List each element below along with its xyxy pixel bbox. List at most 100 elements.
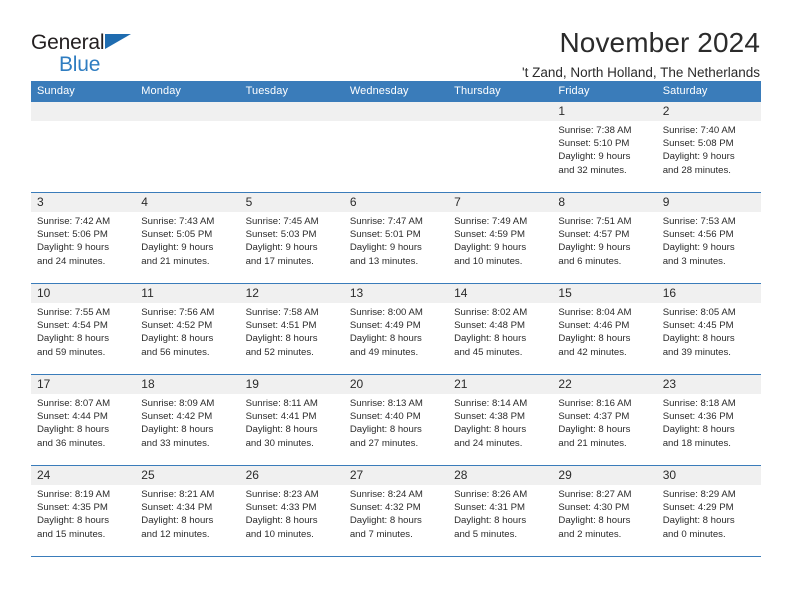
calendar-day-cell[interactable]: 24 Sunrise: 8:19 AM Sunset: 4:35 PM Dayligh…	[31, 465, 136, 557]
calendar-day-cell[interactable]: 10 Sunrise: 7:55 AM Sunset: 4:54 PM Dayligh…	[31, 283, 136, 375]
daylight-text-line2: and 36 minutes.	[37, 437, 106, 449]
daylight-text-line2: and 3 minutes.	[662, 255, 726, 267]
day-number: 26	[239, 466, 344, 485]
sunset-text: Sunset: 4:32 PM	[349, 502, 421, 514]
day-details: Sunrise: 8:21 AM Sunset: 4:34 PM Daylight:…	[135, 485, 239, 541]
day-number: 6	[343, 193, 449, 212]
calendar-day-cell[interactable]: 17 Sunrise: 8:07 AM Sunset: 4:44 PM Dayligh…	[31, 374, 136, 466]
sunset-text: Sunset: 4:29 PM	[662, 502, 734, 514]
calendar-day-cell[interactable]: 13 Sunrise: 8:00 AM Sunset: 4:49 PM Dayligh…	[343, 283, 449, 375]
day-number: 8	[552, 193, 657, 212]
sunset-text: Sunset: 5:05 PM	[141, 229, 213, 241]
daylight-text-line2: and 10 minutes.	[454, 255, 523, 267]
sunrise-text: Sunrise: 8:24 AM	[349, 489, 423, 500]
sunset-text: Sunset: 4:36 PM	[662, 411, 734, 423]
daylight-text-line1: Daylight: 8 hours	[349, 515, 422, 527]
sunset-text: Sunset: 5:08 PM	[662, 138, 734, 150]
day-number: 29	[552, 466, 657, 485]
page-subtitle: 't Zand, North Holland, The Netherlands	[522, 65, 760, 81]
sunset-text: Sunset: 4:38 PM	[454, 411, 526, 423]
day-details: Sunrise: 7:40 AM Sunset: 5:08 PM Daylight:…	[657, 121, 761, 177]
daylight-text-line1: Daylight: 8 hours	[37, 333, 109, 345]
day-number: 5	[239, 193, 344, 212]
daylight-text-line1: Daylight: 8 hours	[349, 424, 422, 436]
calendar-day-cell[interactable]: 27 Sunrise: 8:24 AM Sunset: 4:32 PM Dayligh…	[343, 465, 449, 557]
calendar-day-cell[interactable]: 7 Sunrise: 7:49 AM Sunset: 4:59 PM Daylight…	[448, 192, 553, 284]
day-number: 20	[343, 375, 449, 394]
brand-logo[interactable]: General Blue	[31, 28, 141, 75]
sunrise-text: Sunrise: 7:49 AM	[454, 216, 528, 227]
sunset-text: Sunset: 5:03 PM	[245, 229, 317, 241]
calendar-day-cell[interactable]: 29 Sunrise: 8:27 AM Sunset: 4:30 PM Dayligh…	[552, 465, 657, 557]
calendar-day-cell[interactable]: 20 Sunrise: 8:13 AM Sunset: 4:40 PM Dayligh…	[343, 374, 449, 466]
day-number: 12	[239, 284, 344, 303]
calendar-day-cell[interactable]: 21 Sunrise: 8:14 AM Sunset: 4:38 PM Dayligh…	[448, 374, 553, 466]
calendar-day-cell[interactable]: 19 Sunrise: 8:11 AM Sunset: 4:41 PM Dayligh…	[239, 374, 344, 466]
day-details: Sunrise: 8:19 AM Sunset: 4:35 PM Daylight:…	[31, 485, 135, 541]
sunrise-text: Sunrise: 8:07 AM	[37, 398, 111, 409]
daylight-text-line1: Daylight: 8 hours	[662, 424, 735, 436]
calendar-day-cell[interactable]: 28 Sunrise: 8:26 AM Sunset: 4:31 PM Dayligh…	[448, 465, 553, 557]
calendar-day-cell[interactable]: 5 Sunrise: 7:45 AM Sunset: 5:03 PM Daylight…	[239, 192, 344, 284]
daylight-text-line1: Daylight: 8 hours	[141, 515, 214, 527]
calendar-day-cell[interactable]: 11 Sunrise: 7:56 AM Sunset: 4:52 PM Dayligh…	[135, 283, 240, 375]
sunset-text: Sunset: 4:37 PM	[558, 411, 630, 423]
day-number: 3	[31, 193, 136, 212]
daylight-text-line2: and 13 minutes.	[349, 255, 419, 267]
sunrise-text: Sunrise: 8:21 AM	[141, 489, 215, 500]
calendar-day-cell[interactable]: 25 Sunrise: 8:21 AM Sunset: 4:34 PM Dayligh…	[135, 465, 240, 557]
sunset-text: Sunset: 4:51 PM	[245, 320, 317, 332]
daylight-text-line2: and 32 minutes.	[558, 164, 627, 176]
calendar-day-cell[interactable]: 30 Sunrise: 8:29 AM Sunset: 4:29 PM Dayligh…	[656, 465, 761, 557]
calendar-day-cell[interactable]: 15 Sunrise: 8:04 AM Sunset: 4:46 PM Dayligh…	[552, 283, 657, 375]
brand-name-blue: Blue	[59, 53, 101, 76]
sunset-text: Sunset: 4:45 PM	[662, 320, 734, 332]
calendar-day-cell[interactable]: 4 Sunrise: 7:43 AM Sunset: 5:05 PM Daylight…	[135, 192, 240, 284]
sunrise-text: Sunrise: 8:27 AM	[558, 489, 632, 500]
day-number: 28	[448, 466, 553, 485]
day-details: Sunrise: 8:14 AM Sunset: 4:38 PM Daylight:…	[448, 394, 552, 450]
daylight-text-line2: and 21 minutes.	[558, 437, 627, 449]
sunrise-text: Sunrise: 7:43 AM	[141, 216, 215, 227]
daylight-text-line1: Daylight: 8 hours	[245, 424, 318, 436]
calendar-day-cell[interactable]: 14 Sunrise: 8:02 AM Sunset: 4:48 PM Dayligh…	[448, 283, 553, 375]
day-number: 16	[656, 284, 761, 303]
calendar-day-cell[interactable]: 18 Sunrise: 8:09 AM Sunset: 4:42 PM Dayligh…	[135, 374, 240, 466]
calendar-day-cell[interactable]: 16 Sunrise: 8:05 AM Sunset: 4:45 PM Dayligh…	[656, 283, 761, 375]
daylight-text-line1: Daylight: 8 hours	[37, 424, 109, 436]
sunset-text: Sunset: 4:30 PM	[558, 502, 630, 514]
daylight-text-line1: Daylight: 9 hours	[662, 242, 735, 254]
sunrise-text: Sunrise: 7:55 AM	[37, 307, 111, 318]
calendar-day-cell[interactable]: 2 Sunrise: 7:40 AM Sunset: 5:08 PM Daylight…	[656, 102, 761, 193]
sunset-text: Sunset: 4:49 PM	[349, 320, 421, 332]
calendar-day-cell[interactable]: 23 Sunrise: 8:18 AM Sunset: 4:36 PM Dayligh…	[656, 374, 761, 466]
calendar-day-cell[interactable]: 8 Sunrise: 7:51 AM Sunset: 4:57 PM Daylight…	[552, 192, 657, 284]
day-details: Sunrise: 8:24 AM Sunset: 4:32 PM Daylight:…	[344, 485, 448, 541]
weekday-header-friday: Friday	[552, 81, 657, 102]
sunset-text: Sunset: 5:06 PM	[37, 229, 108, 241]
day-details: Sunrise: 8:18 AM Sunset: 4:36 PM Daylight:…	[657, 394, 761, 450]
daylight-text-line2: and 56 minutes.	[141, 346, 210, 358]
calendar-day-cell[interactable]: 3 Sunrise: 7:42 AM Sunset: 5:06 PM Daylight…	[31, 192, 136, 284]
day-details: Sunrise: 8:26 AM Sunset: 4:31 PM Daylight:…	[448, 485, 552, 541]
calendar-day-cell[interactable]: 22 Sunrise: 8:16 AM Sunset: 4:37 PM Dayligh…	[552, 374, 657, 466]
calendar-cell-empty	[31, 102, 136, 193]
day-number	[448, 102, 553, 121]
day-details: Sunrise: 7:45 AM Sunset: 5:03 PM Daylight:…	[240, 212, 344, 268]
daylight-text-line2: and 6 minutes.	[558, 255, 622, 267]
calendar-day-cell[interactable]: 9 Sunrise: 7:53 AM Sunset: 4:56 PM Daylight…	[656, 192, 761, 284]
daylight-text-line1: Daylight: 8 hours	[141, 333, 214, 345]
sunset-text: Sunset: 4:59 PM	[454, 229, 526, 241]
day-number: 14	[448, 284, 553, 303]
brand-name-general: General	[31, 31, 105, 54]
day-details: Sunrise: 7:53 AM Sunset: 4:56 PM Daylight:…	[657, 212, 761, 268]
daylight-text-line2: and 30 minutes.	[245, 437, 314, 449]
day-details: Sunrise: 7:51 AM Sunset: 4:57 PM Daylight:…	[552, 212, 656, 268]
daylight-text-line2: and 27 minutes.	[349, 437, 419, 449]
day-number	[135, 102, 240, 121]
daylight-text-line2: and 7 minutes.	[349, 528, 413, 540]
calendar-day-cell[interactable]: 1 Sunrise: 7:38 AM Sunset: 5:10 PM Daylight…	[552, 102, 657, 193]
calendar-day-cell[interactable]: 26 Sunrise: 8:23 AM Sunset: 4:33 PM Dayligh…	[239, 465, 344, 557]
calendar-day-cell[interactable]: 12 Sunrise: 7:58 AM Sunset: 4:51 PM Dayligh…	[239, 283, 344, 375]
calendar-day-cell[interactable]: 6 Sunrise: 7:47 AM Sunset: 5:01 PM Daylight…	[343, 192, 449, 284]
